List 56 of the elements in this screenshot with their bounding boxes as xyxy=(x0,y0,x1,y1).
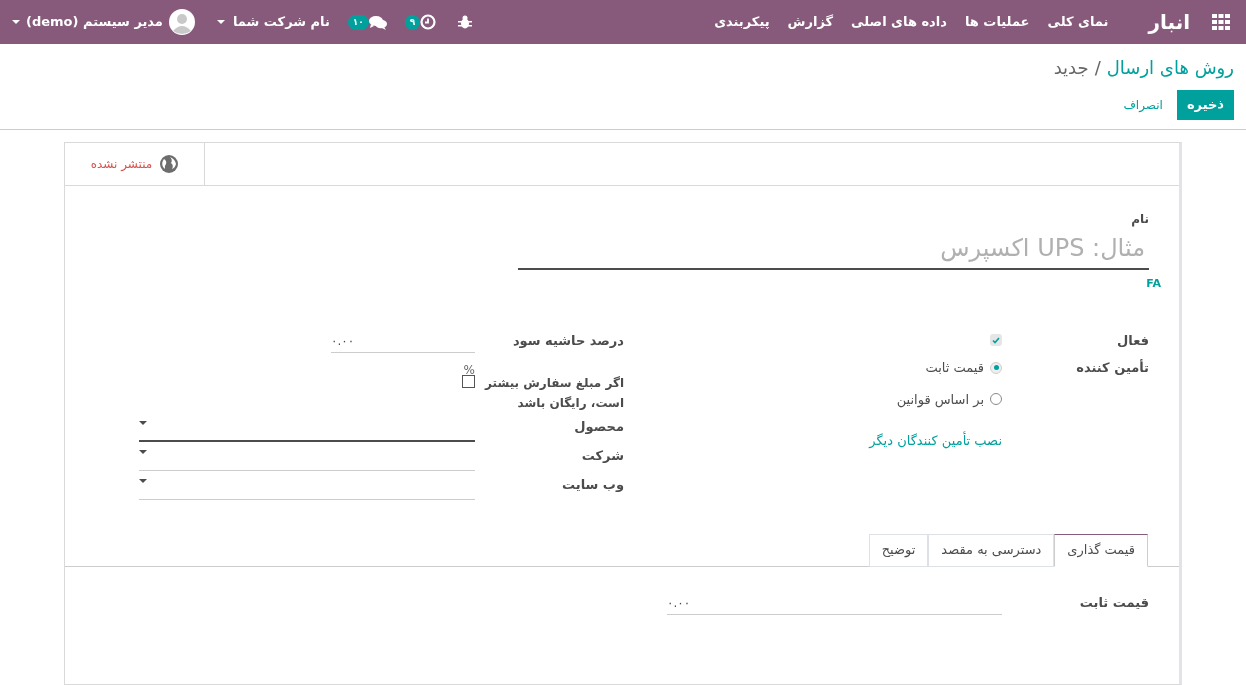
chat-bubbles-icon xyxy=(368,14,387,30)
grid-icon xyxy=(1212,14,1230,30)
count-badge: ۹ xyxy=(404,14,421,30)
field-label: وب سایت xyxy=(561,475,624,494)
radio-button[interactable] xyxy=(990,393,1002,406)
field-label: تأمین کننده xyxy=(1075,358,1149,377)
caret-icon xyxy=(12,20,20,24)
publish-toggle-button[interactable]: منتشر نشده xyxy=(65,143,205,185)
radio-button[interactable] xyxy=(990,361,1002,374)
clock-icon xyxy=(420,14,437,30)
active-checkbox[interactable] xyxy=(990,334,1002,347)
save-button[interactable]: ذخیره xyxy=(1176,90,1234,120)
avatar-icon xyxy=(168,9,195,35)
activity-button[interactable]: ۹ xyxy=(408,14,437,30)
field-label: شرکت xyxy=(580,446,624,465)
count-badge: ۱۰ xyxy=(347,14,369,30)
bug-icon xyxy=(458,15,473,29)
menu-item[interactable]: داده های اصلی xyxy=(851,12,947,32)
field-label: نام xyxy=(1130,211,1149,228)
field-label: اگر مبلغ سفارش بیشتر است، رایگان باشد xyxy=(483,374,624,412)
caret-icon xyxy=(139,449,147,454)
fixed-price-input-field[interactable]: ۰.۰۰ xyxy=(667,592,1002,615)
field-label: محصول xyxy=(573,417,624,436)
menu-item[interactable]: گزارش xyxy=(787,12,834,32)
user-name: مدیر سیستم (demo) xyxy=(26,13,163,32)
tab[interactable]: دسترسی به مقصد xyxy=(928,533,1055,567)
menu-item[interactable]: نمای کلی xyxy=(1047,12,1109,32)
free-shipping-checkbox[interactable] xyxy=(462,374,475,388)
tab[interactable]: قیمت گذاری xyxy=(1054,533,1148,567)
menu-item[interactable]: عملیات ها xyxy=(964,12,1030,32)
company-switcher[interactable]: نام شرکت شما xyxy=(216,12,330,32)
percent-unit: % xyxy=(462,361,475,379)
breadcrumb-link[interactable]: روش های ارسال xyxy=(1106,54,1234,81)
tab[interactable]: توضیح xyxy=(868,533,929,567)
messages-button[interactable]: ۱۰ xyxy=(351,14,387,30)
menu-item[interactable]: پیکربندی xyxy=(714,12,770,32)
breadcrumb-separator: / xyxy=(1094,56,1101,80)
install-providers-link[interactable]: نصب تأمین کنندگان دیگر xyxy=(639,431,1002,451)
name-input-field[interactable]: مثال: UPS اکسپرس xyxy=(518,228,1149,270)
caret-icon xyxy=(139,420,147,425)
field-label: فعال xyxy=(1116,331,1149,350)
globe-icon xyxy=(160,155,179,173)
discard-button[interactable]: انصراف xyxy=(1119,90,1167,120)
user-menu[interactable]: مدیر سیستم (demo) xyxy=(12,9,195,35)
breadcrumb-current: جدید xyxy=(1053,56,1089,80)
language-link[interactable]: FA xyxy=(1146,276,1161,293)
app-title: انبار xyxy=(1148,9,1190,36)
field-label: درصد حاشیه سود xyxy=(511,331,624,350)
caret-icon xyxy=(139,478,147,483)
margin-input-field[interactable]: ۰.۰۰ xyxy=(331,330,475,353)
company-name: نام شرکت شما xyxy=(232,13,330,32)
radio-option[interactable]: قیمت ثابت xyxy=(639,358,1002,378)
bug-button[interactable] xyxy=(458,15,473,29)
field-label: قیمت ثابت xyxy=(1078,593,1149,612)
radio-option[interactable]: بر اساس قوانین xyxy=(639,389,1002,409)
caret-icon xyxy=(216,20,225,24)
